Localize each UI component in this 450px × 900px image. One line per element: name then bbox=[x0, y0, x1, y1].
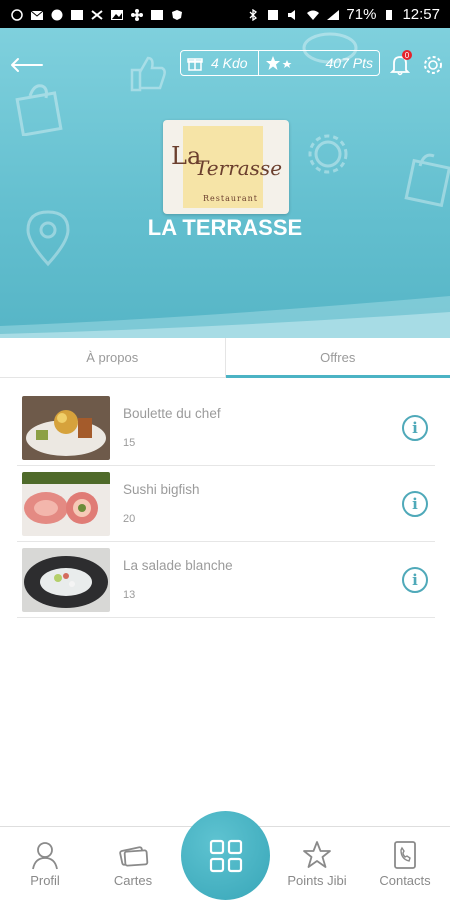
offers-list: Boulette du chef 15 i Sushi bigfish 20 i bbox=[17, 390, 435, 618]
nfc-icon bbox=[266, 8, 280, 20]
tab-about[interactable]: À propos bbox=[0, 338, 225, 377]
shop-name: LA TERRASSE bbox=[147, 215, 303, 240]
phone-book-icon bbox=[394, 841, 416, 869]
points-total: 407 Pts bbox=[325, 55, 373, 71]
shield-icon bbox=[170, 8, 184, 20]
logo-text-restaurant: Restaurant bbox=[203, 194, 258, 203]
notification-badge: 0 bbox=[402, 50, 412, 60]
tab-bar: À propos Offres bbox=[0, 338, 450, 378]
tools-icon bbox=[90, 8, 104, 20]
status-system: 71% 12:57 bbox=[246, 6, 440, 23]
shop-header: 4 Kdo 407 Pts 0 La Terrasse Restaurant L… bbox=[0, 28, 450, 338]
battery-level: 71% bbox=[346, 5, 377, 23]
cards-icon bbox=[119, 846, 149, 867]
info-icon[interactable]: i bbox=[402, 566, 428, 593]
info-icon[interactable]: i bbox=[402, 414, 428, 441]
gifts-count: 4 Kdo bbox=[211, 55, 248, 71]
battery-icon bbox=[382, 8, 396, 20]
offer-image bbox=[22, 395, 110, 460]
flower-icon bbox=[130, 8, 144, 21]
grid-icon bbox=[209, 839, 242, 872]
nav-label: Contacts bbox=[379, 873, 431, 888]
offer-image bbox=[22, 547, 110, 612]
list-item[interactable]: Boulette du chef 15 i bbox=[17, 390, 435, 466]
notification-icon bbox=[10, 8, 24, 21]
offer-count: 20 bbox=[123, 513, 136, 525]
nav-points-jibi[interactable]: Points Jibi bbox=[272, 827, 362, 900]
offer-count: 15 bbox=[123, 437, 136, 449]
gifts-counter[interactable]: 4 Kdo bbox=[181, 51, 259, 75]
bluetooth-icon bbox=[246, 8, 260, 22]
info-icon[interactable]: i bbox=[402, 490, 428, 517]
nav-cartes[interactable]: Cartes bbox=[88, 827, 178, 900]
gear-decor-icon bbox=[308, 134, 348, 174]
offer-image bbox=[22, 471, 110, 536]
person-icon bbox=[32, 842, 58, 870]
status-bar: 71% 12:57 bbox=[0, 0, 450, 28]
list-item[interactable]: Sushi bigfish 20 i bbox=[17, 466, 435, 542]
chat-icon bbox=[50, 8, 64, 21]
nav-contacts[interactable]: Contacts bbox=[360, 827, 450, 900]
nav-label: Points Jibi bbox=[287, 873, 347, 888]
wifi-icon bbox=[306, 8, 320, 20]
nav-label: Profil bbox=[30, 873, 60, 888]
photo-icon bbox=[150, 8, 164, 20]
nav-profil[interactable]: Profil bbox=[0, 827, 90, 900]
offer-text: Sushi bigfish 20 bbox=[123, 482, 402, 525]
settings-gear-icon[interactable] bbox=[423, 55, 443, 75]
rewards-summary[interactable]: 4 Kdo 407 Pts bbox=[180, 50, 380, 76]
offer-text: La salade blanche 13 bbox=[123, 558, 402, 601]
gift-icon bbox=[187, 58, 203, 71]
thumbs-up-icon bbox=[130, 56, 166, 92]
points-counter[interactable]: 407 Pts bbox=[259, 51, 379, 75]
shopping-bag-icon bbox=[15, 84, 63, 136]
back-arrow-icon[interactable] bbox=[10, 54, 46, 76]
mail-icon bbox=[30, 8, 44, 20]
star-icon bbox=[303, 841, 331, 868]
clock: 12:57 bbox=[402, 5, 440, 23]
offer-title: Sushi bigfish bbox=[123, 482, 200, 497]
signal-icon bbox=[326, 8, 340, 20]
offer-text: Boulette du chef 15 bbox=[123, 406, 402, 449]
mute-icon bbox=[286, 8, 300, 20]
shopping-bag-icon-right bbox=[404, 153, 450, 208]
tab-offers[interactable]: Offres bbox=[224, 338, 450, 378]
list-item[interactable]: La salade blanche 13 i bbox=[17, 542, 435, 618]
offer-title: Boulette du chef bbox=[123, 406, 221, 421]
logo-text-terrasse: Terrasse bbox=[195, 156, 283, 180]
stars-icon bbox=[266, 56, 292, 70]
gallery-icon bbox=[70, 8, 84, 20]
offer-count: 13 bbox=[123, 589, 136, 601]
status-notifications bbox=[10, 8, 184, 21]
image-icon bbox=[110, 8, 124, 20]
shop-logo: La Terrasse Restaurant bbox=[163, 120, 289, 214]
offer-title: La salade blanche bbox=[123, 558, 233, 573]
nav-label: Cartes bbox=[113, 873, 153, 888]
header-wave bbox=[0, 296, 450, 338]
home-grid-button[interactable] bbox=[181, 811, 270, 900]
